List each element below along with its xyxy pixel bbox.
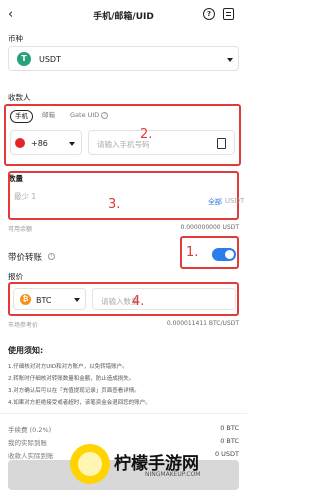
received-value: 0 BTC (220, 437, 239, 445)
info-icon: i (48, 253, 55, 260)
china-flag-icon (15, 138, 25, 148)
note-item: 3.对方确认后可以在「充值提现记录」页面查看详情。 (8, 388, 140, 394)
payee-label: 收款人实际到账 (8, 452, 54, 460)
tab-email[interactable]: 邮箱 (42, 110, 55, 123)
address-book-icon[interactable] (217, 138, 226, 149)
amount-input[interactable]: 最少 1 (14, 191, 36, 202)
chevron-down-icon (69, 142, 75, 146)
amount-unit: USDT (225, 197, 245, 205)
available-label: 可用余额 (8, 226, 33, 233)
currency-select[interactable]: T USDT (8, 46, 239, 71)
lemon-logo-icon (70, 444, 110, 484)
usdt-coin-icon: T (17, 52, 31, 66)
payee-value: 0 USDT (214, 450, 239, 458)
available-value: 0.000000000 USDT (180, 224, 239, 231)
priced-transfer-toggle[interactable] (212, 248, 236, 261)
quote-coin-select[interactable]: ₿ BTC (13, 288, 86, 310)
note-item: 1.仔细核对对方UID和对方账户，以免转错账户。 (8, 364, 128, 370)
chevron-down-icon (227, 58, 233, 62)
note-item: 4.如果对方拒绝接受或者超时，该笔资金会退回您的账户。 (8, 400, 151, 406)
tab-gate-uid[interactable]: Gate UID i (70, 110, 109, 123)
annotation-number-4: 4. (132, 294, 145, 309)
phone-row: +86 请输入手机号码 (10, 130, 235, 155)
annotation-number-2: 2. (140, 127, 153, 142)
notes-title: 使用须知: (8, 346, 44, 355)
top-bar: ‹ 手机/邮箱/UID ? (0, 0, 247, 30)
info-icon: i (101, 111, 109, 119)
price-label: 报价 (8, 272, 23, 281)
priced-transfer-label: 带价转账 (8, 253, 43, 263)
price-input[interactable]: 请输入数量 (92, 288, 236, 310)
recipient-label: 收款人 (8, 93, 31, 102)
currency-label: 币种 (8, 34, 23, 43)
fee-label: 手续费 (0.2%) (8, 426, 52, 434)
tab-gate-uid-label: Gate UID (70, 111, 100, 119)
phone-input[interactable]: 请输入手机号码 (88, 130, 235, 155)
fee-value: 0 BTC (220, 424, 239, 432)
chevron-down-icon (74, 298, 80, 302)
received-label: 我的实际到账 (8, 439, 47, 447)
watermark-url: NINGMAKEUP.COM (145, 471, 201, 478)
order-list-icon[interactable] (223, 8, 234, 20)
btc-coin-icon: ₿ (20, 294, 31, 305)
unit-divider: | (214, 197, 217, 205)
annotation-number-1: 1. (186, 245, 199, 260)
annotation-number-3: 3. (108, 197, 121, 212)
country-code-select[interactable]: +86 (10, 130, 82, 155)
note-item: 2.转账时仔细核对转账数量和金额，防止造成损失。 (8, 376, 135, 382)
quote-coin: BTC (36, 296, 52, 305)
country-code: +86 (31, 139, 48, 148)
annotation-box-3 (8, 171, 239, 220)
tab-phone[interactable]: 手机 (10, 110, 33, 123)
currency-value: USDT (39, 55, 61, 64)
rate-label: 市场参考价 (8, 322, 39, 329)
rate-value: 0.000011411 BTC/USDT (166, 320, 239, 327)
help-icon[interactable]: ? (203, 8, 215, 20)
